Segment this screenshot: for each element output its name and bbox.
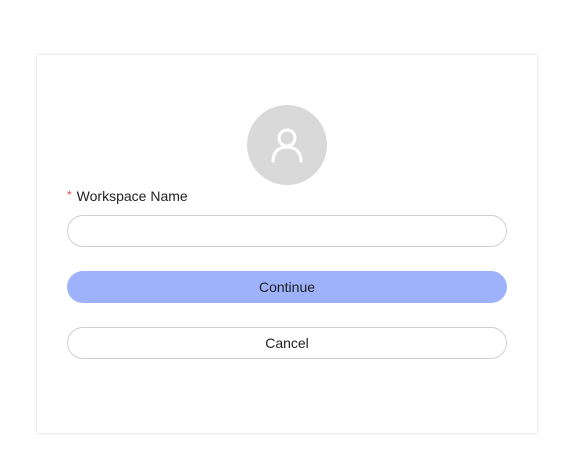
avatar[interactable] (247, 105, 327, 185)
required-mark: * (67, 188, 72, 202)
workspace-name-input[interactable] (67, 215, 507, 247)
cancel-button[interactable]: Cancel (67, 327, 507, 359)
continue-button[interactable]: Continue (67, 271, 507, 303)
workspace-name-label: * Workspace Name (67, 188, 188, 204)
workspace-card: * Workspace Name Continue Cancel (37, 55, 537, 433)
user-icon (271, 128, 303, 163)
workspace-name-label-text: Workspace Name (76, 188, 188, 204)
